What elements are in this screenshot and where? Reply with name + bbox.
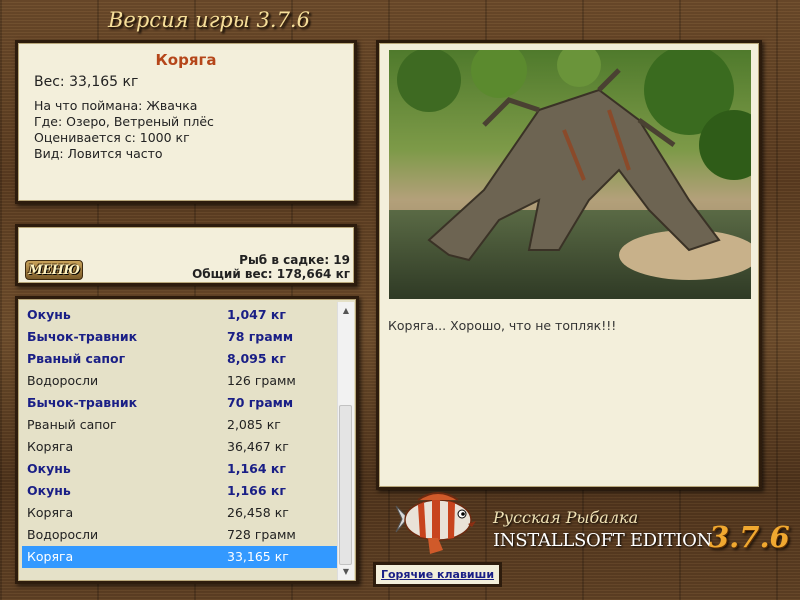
catch-row-name: Рваный сапог (27, 417, 117, 432)
catch-name: Коряга (155, 51, 217, 69)
catch-row-weight: 728 грамм (227, 527, 296, 542)
catch-list-panel: Окунь 1,047 кг Бычок-травник 78 грамм Рваный… (15, 296, 359, 584)
menu-button[interactable]: МЕНЮ (25, 260, 83, 280)
fish-count: Рыб в садке: 19 (239, 253, 350, 267)
catch-row-name: Коряга (27, 549, 74, 564)
catch-bait: На что поймана: Жвачка (34, 98, 198, 113)
catch-row-weight: 78 грамм (227, 329, 294, 344)
catch-list-row[interactable]: Окунь 1,166 кг (22, 480, 340, 502)
total-weight: Общий вес: 178,664 кг (192, 267, 350, 281)
catch-list-row[interactable]: Бычок-травник 70 грамм (22, 392, 340, 414)
scroll-down-arrow-icon[interactable]: ▼ (338, 563, 354, 580)
catch-list-scrollbar[interactable]: ▲ ▼ (337, 302, 354, 580)
catch-list-row[interactable]: Коряга 36,467 кг (22, 436, 340, 458)
catch-row-name: Водоросли (27, 527, 99, 542)
catch-row-weight: 26,458 кг (227, 505, 289, 520)
catch-row-name: Окунь (27, 461, 71, 476)
catch-row-name: Бычок-травник (27, 395, 138, 410)
catch-list-row[interactable]: Коряга 26,458 кг (22, 502, 340, 524)
fish-logo-icon (388, 488, 488, 558)
catch-value: Оценивается с: 1000 кг (34, 130, 190, 145)
catch-row-name: Рваный сапог (27, 351, 126, 366)
catch-location: Где: Озеро, Ветреный плёс (34, 114, 214, 129)
catch-list-row[interactable]: Водоросли 126 грамм (22, 370, 340, 392)
catch-row-weight: 36,467 кг (227, 439, 289, 454)
hotkeys-button[interactable]: Горячие клавиши (373, 562, 502, 587)
catch-row-weight: 33,165 кг (227, 549, 289, 564)
catch-row-name: Водоросли (27, 373, 99, 388)
photo-panel: Коряга... Хорошо, что не топляк!!! (376, 40, 762, 490)
catch-row-name: Окунь (27, 483, 71, 498)
logo-title: Русская Рыбалка (493, 508, 639, 527)
catch-row-weight: 126 грамм (227, 373, 296, 388)
photo-caption: Коряга... Хорошо, что не топляк!!! (388, 318, 617, 333)
net-stats-panel: МЕНЮ Рыб в садке: 19 Общий вес: 178,664 … (15, 224, 357, 286)
catch-list-row[interactable]: Коряга 33,165 кг (22, 546, 340, 568)
catch-row-weight: 1,166 кг (227, 483, 286, 498)
catch-list-row[interactable]: Окунь 1,164 кг (22, 458, 340, 480)
catch-row-weight: 1,047 кг (227, 307, 286, 322)
catch-list-row[interactable]: Рваный сапог 2,085 кг (22, 414, 340, 436)
catch-list-row[interactable]: Окунь 1,047 кг (22, 304, 340, 326)
catch-row-name: Окунь (27, 307, 71, 322)
catch-row-weight: 8,095 кг (227, 351, 286, 366)
catch-frequency: Вид: Ловится часто (34, 146, 163, 161)
catch-row-weight: 2,085 кг (227, 417, 281, 432)
catch-row-name: Коряга (27, 505, 74, 520)
logo-version: 3.7.6 (709, 520, 790, 554)
catch-row-name: Бычок-травник (27, 329, 138, 344)
catch-row-weight: 70 грамм (227, 395, 294, 410)
catch-row-weight: 1,164 кг (227, 461, 286, 476)
catch-photo (389, 50, 751, 299)
catch-row-name: Коряга (27, 439, 74, 454)
logo-edition: INSTALLSOFT EDITION (493, 530, 713, 551)
scrollbar-thumb[interactable] (339, 405, 352, 565)
catch-list-row[interactable]: Водоросли 728 грамм (22, 524, 340, 546)
catch-list-row[interactable]: Бычок-травник 78 грамм (22, 326, 340, 348)
catch-list[interactable]: Окунь 1,047 кг Бычок-травник 78 грамм Рваный… (22, 304, 340, 568)
scroll-up-arrow-icon[interactable]: ▲ (338, 302, 354, 319)
catch-info-panel: Коряга Вес: 33,165 кг На что поймана: Жв… (15, 40, 357, 204)
catch-list-row[interactable]: Рваный сапог 8,095 кг (22, 348, 340, 370)
game-version-title: Версия игры 3.7.6 (108, 8, 310, 32)
catch-weight: Вес: 33,165 кг (34, 74, 139, 90)
